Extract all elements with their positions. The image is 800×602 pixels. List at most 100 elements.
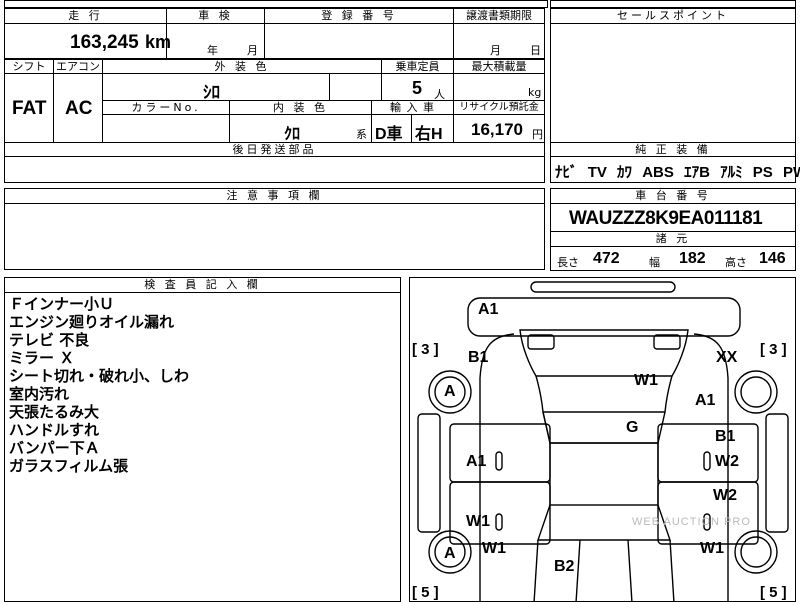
exterior-color-divider xyxy=(329,74,330,100)
interior-color-cell: ｸﾛ 系 xyxy=(229,114,372,143)
mark-left-rear-door: W1 xyxy=(466,513,490,530)
mark-front-right-fender: XX xyxy=(716,349,738,366)
spec-length-label: 長さ xyxy=(557,256,579,269)
later-parts-header: 後日発送部品 xyxy=(4,142,545,157)
inspector-notes: Ｆインナー小Ｕ エンジン廻りオイル漏れ テレビ 不良 ミラー Ｘ シート切れ・破… xyxy=(4,292,401,602)
equipment-item: ｴｱB xyxy=(684,164,710,181)
inspector-note: バンパー下Ａ xyxy=(9,439,100,457)
inspector-note: エンジン廻りオイル漏れ xyxy=(9,313,175,331)
inspector-note: テレビ 不良 xyxy=(9,331,90,349)
import-header: 輸 入 車 xyxy=(371,100,454,115)
tread-rear-right-value: 5 xyxy=(769,584,778,601)
inspection-header: 車 検 xyxy=(166,8,265,24)
recycle-cell: 16,170 円 xyxy=(453,114,545,143)
spec-width-value: 182 xyxy=(679,250,706,267)
equipment-item: ﾅﾋﾞ xyxy=(555,164,578,181)
color-no-header: カラーNo. xyxy=(102,100,230,115)
transfer-day: 日 xyxy=(530,44,541,57)
interior-color-header: 内 装 色 xyxy=(229,100,372,115)
equipment-list: ﾅﾋﾞ TV ｶﾜ ABS ｴｱB ｱﾙﾐ PS PW xyxy=(555,161,800,182)
watermark: WEB AUCTION PRO xyxy=(632,516,751,528)
mark-front-left-fender: B1 xyxy=(468,349,489,366)
equipment-header: 純 正 装 備 xyxy=(550,142,796,157)
inspection-year: 年 xyxy=(207,44,218,57)
recycle-header: リサイクル預託金 xyxy=(453,100,545,115)
sales-points-cell xyxy=(550,23,796,143)
capacity-cell: 5 人 xyxy=(381,73,454,101)
mark-left-rear-quarter: W1 xyxy=(482,540,506,557)
inspection-cell: 年 月 xyxy=(166,23,265,59)
exterior-color-header: 外 装 色 xyxy=(102,59,382,74)
later-parts-cell xyxy=(4,156,545,183)
car-diagram: A1 B1 XX A A1 W1 G A1 B1 W2 W2 W1 A W1 W… xyxy=(409,277,796,602)
inspector-note: ガラスフィルム張 xyxy=(9,457,129,475)
caution-header: 注 意 事 項 欄 xyxy=(4,188,545,204)
tread-front-right: [ 3 ] xyxy=(760,341,787,358)
recycle-unit: 円 xyxy=(532,128,543,141)
shift-header: シフト xyxy=(4,59,54,74)
interior-color-suffix: 系 xyxy=(356,128,367,141)
inspection-month: 月 xyxy=(247,44,258,57)
registration-cell xyxy=(264,23,454,59)
registration-header: 登 録 番 号 xyxy=(264,8,454,24)
mark-right-rear-door: W2 xyxy=(713,487,737,504)
color-no-cell xyxy=(102,114,230,143)
mileage-header: 走 行 xyxy=(4,8,167,24)
mark-left-rear-tire: A xyxy=(444,545,456,562)
caution-cell xyxy=(4,203,545,270)
top-strip xyxy=(4,0,548,8)
mark-right-front-door: W2 xyxy=(715,453,739,470)
max-load-cell: kg xyxy=(453,73,545,101)
transfer-month: 月 xyxy=(490,44,501,57)
import-dealer-cell: D車 xyxy=(371,114,412,143)
mileage-cell: 163,245 km xyxy=(4,23,171,59)
tread-rear-right: [ 5 ] xyxy=(760,584,787,601)
equipment-item: ABS xyxy=(642,164,674,181)
tread-rear-left-value: 5 xyxy=(421,584,430,601)
spec-height-label: 高さ xyxy=(725,256,747,269)
spec-height-value: 146 xyxy=(759,250,786,267)
exterior-color-cell: ｼﾛ xyxy=(102,73,382,102)
mark-right-front-area: A1 xyxy=(695,392,716,409)
interior-color-value: ｸﾛ xyxy=(284,126,301,143)
inspector-note: ハンドルすれ xyxy=(9,421,100,439)
specs-header: 諸 元 xyxy=(550,231,796,247)
aircon-cell: AC xyxy=(53,73,103,143)
shift-value: FAT xyxy=(12,98,47,119)
tread-front-left: [ 3 ] xyxy=(412,341,439,358)
mark-rear-area: B2 xyxy=(554,558,575,575)
mark-right-rear-quarter: W1 xyxy=(700,540,724,557)
import-handle: 右H xyxy=(415,126,443,143)
equipment-item: TV xyxy=(587,164,607,181)
spec-length-value: 472 xyxy=(593,250,620,267)
tread-front-right-value: 3 xyxy=(769,341,778,358)
equipment-item: PW xyxy=(782,164,800,181)
equipment-item: PS xyxy=(752,164,773,181)
tread-front-left-value: 3 xyxy=(421,341,430,358)
import-handle-cell: 右H xyxy=(411,114,454,143)
inspector-note: 天張たるみ大 xyxy=(9,403,100,421)
mark-front-bumper: A1 xyxy=(478,301,499,318)
recycle-value: 16,170 xyxy=(471,120,523,139)
capacity-value: 5 xyxy=(412,78,423,98)
mark-right-front-door-top: B1 xyxy=(715,428,736,445)
inspector-note: 室内汚れ xyxy=(9,385,70,403)
inspector-note: ミラー Ｘ xyxy=(9,349,75,367)
chassis-header: 車 台 番 号 xyxy=(550,188,796,204)
equipment-cell: ﾅﾋﾞ TV ｶﾜ ABS ｴｱB ｱﾙﾐ PS PW xyxy=(550,156,800,183)
transfer-deadline-cell: 月 日 xyxy=(453,23,545,59)
import-dealer: D車 xyxy=(375,126,403,143)
mark-windshield: W1 xyxy=(634,372,658,389)
inspector-note: Ｆインナー小Ｕ xyxy=(9,295,115,313)
equipment-item: ｱﾙﾐ xyxy=(720,164,743,181)
mark-left-front-tire: A xyxy=(444,383,456,400)
mark-roof: G xyxy=(626,419,639,436)
sales-points-header: セールスポイント xyxy=(550,8,796,24)
top-strip-right xyxy=(550,0,796,8)
car-outline xyxy=(417,281,789,601)
transfer-deadline-header: 譲渡書類期限 xyxy=(453,8,545,24)
max-load-unit: kg xyxy=(528,86,542,99)
shift-cell: FAT xyxy=(4,73,54,143)
max-load-header: 最大積載量 xyxy=(453,59,545,74)
chassis-cell: WAUZZZ8K9EA011181 xyxy=(550,203,796,232)
